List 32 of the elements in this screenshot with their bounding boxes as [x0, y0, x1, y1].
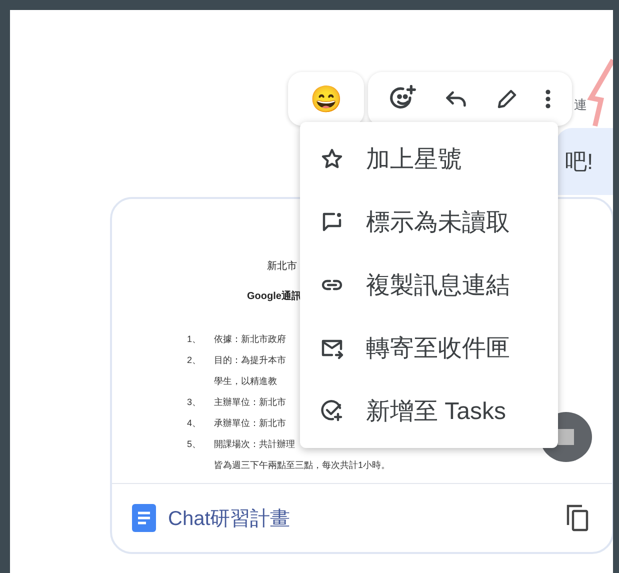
menu-item[interactable]: 加上星號 [300, 128, 558, 191]
add-task-icon [320, 398, 344, 423]
list-number: 4、 [187, 417, 202, 430]
more-icon [545, 89, 551, 109]
list-number: 1、 [187, 333, 202, 346]
menu-item[interactable]: 標示為未讀取 [300, 190, 558, 254]
document-line: 承辦單位：新北市 [214, 417, 286, 430]
list-number: 2、 [187, 354, 202, 367]
message-bubble: 吧! [556, 128, 613, 195]
copy-icon[interactable] [564, 503, 590, 533]
document-icon [132, 504, 156, 532]
document-line: 依據：新北市政府 [214, 333, 286, 346]
menu-label: 複製訊息連結 [366, 270, 510, 301]
menu-label: 加上星號 [366, 145, 462, 176]
list-number: 5、 [187, 438, 202, 451]
document-line: 皆為週三下午兩點至三點，每次共計1小時。 [214, 459, 390, 472]
more-button[interactable] [543, 87, 553, 111]
file-name[interactable]: Chat研習計畫 [168, 504, 552, 532]
menu-item[interactable]: 複製訊息連結 [300, 254, 558, 316]
list-number: 3、 [187, 396, 202, 409]
menu-label: 標示為未讀取 [366, 208, 510, 238]
document-title: 新北市 [267, 260, 298, 273]
sender-name: 連 [574, 96, 587, 114]
menu-item[interactable]: 新增至 Tasks [300, 379, 558, 442]
document-line: 開課場次：共計辦理 [214, 438, 295, 451]
document-line: 主辦單位：新北市 [214, 396, 286, 409]
menu-item[interactable]: 轉寄至收件匣 [300, 316, 558, 380]
document-line: 學生，以精進教 [214, 375, 277, 388]
pencil-icon [495, 87, 519, 111]
menu-label: 轉寄至收件匣 [366, 334, 510, 364]
menu-label: 新增至 Tasks [366, 396, 506, 427]
document-line: 目的：為提升本市 [214, 354, 286, 367]
